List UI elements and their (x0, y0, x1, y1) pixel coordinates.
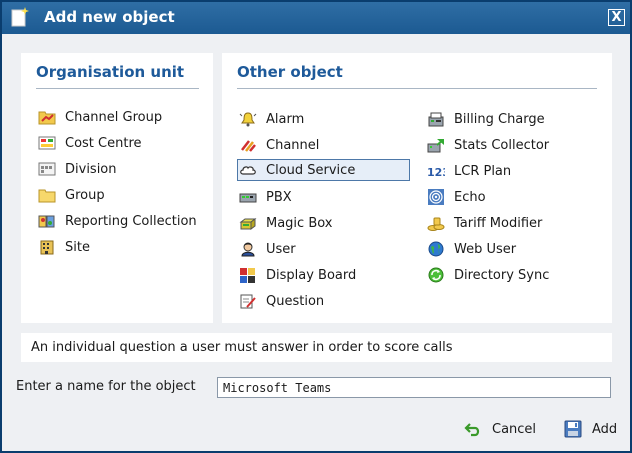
other-item-billing-charge[interactable]: Billing Charge (427, 108, 545, 130)
stats-collector-icon (427, 136, 445, 154)
other-item-channel[interactable]: Channel (239, 134, 319, 156)
question-icon (239, 292, 257, 310)
close-button[interactable]: X (608, 9, 625, 26)
channel-icon (239, 136, 257, 154)
org-item-label: Group (65, 187, 105, 203)
billing-charge-icon (427, 110, 445, 128)
org-item-reporting-collection[interactable]: Reporting Collection (38, 210, 197, 232)
other-item-tariff-modifier[interactable]: Tariff Modifier (427, 212, 542, 234)
undo-arrow-icon (463, 419, 483, 439)
org-item-label: Cost Centre (65, 135, 142, 151)
directory-sync-icon (427, 266, 445, 284)
other-item-label: Directory Sync (454, 267, 550, 283)
pbx-icon (239, 188, 257, 206)
other-item-label: Channel (266, 137, 320, 153)
other-item-label: Echo (454, 189, 486, 205)
org-item-label: Channel Group (65, 109, 163, 125)
other-item-display-board[interactable]: Display Board (239, 264, 356, 286)
magic-box-icon (239, 214, 257, 232)
other-item-question[interactable]: Question (239, 290, 324, 312)
other-item-web-user[interactable]: Web User (427, 238, 516, 260)
other-item-label: Web User (454, 241, 517, 257)
description-bar: An individual question a user must answe… (21, 333, 612, 362)
other-item-label: LCR Plan (454, 163, 512, 179)
display-board-icon (239, 266, 257, 284)
other-item-cloud-service[interactable]: Cloud Service (237, 159, 410, 181)
other-item-label: Tariff Modifier (454, 215, 543, 231)
folder-icon (38, 186, 56, 204)
name-field-label: Enter a name for the object (16, 379, 196, 394)
heading-divider (36, 88, 199, 89)
other-item-label: User (266, 241, 296, 257)
site-building-icon (38, 238, 56, 256)
other-item-label: Cloud Service (266, 162, 356, 178)
other-item-user[interactable]: User (239, 238, 296, 260)
cloud-icon (239, 161, 257, 179)
other-item-label: Alarm (266, 111, 305, 127)
web-user-icon (427, 240, 445, 258)
alarm-bell-icon (239, 110, 257, 128)
org-item-channel-group[interactable]: Channel Group (38, 106, 162, 128)
object-name-input[interactable] (217, 377, 611, 398)
org-item-label: Site (65, 239, 90, 255)
other-item-label: Question (266, 293, 325, 309)
add-label: Add (592, 421, 618, 437)
division-icon (38, 160, 56, 178)
other-item-label: Stats Collector (454, 137, 550, 153)
org-item-label: Division (65, 161, 117, 177)
folder-chart-icon (38, 108, 56, 126)
other-item-label: Display Board (266, 267, 357, 283)
other-item-magic-box[interactable]: Magic Box (239, 212, 333, 234)
other-item-label: Billing Charge (454, 111, 545, 127)
new-object-icon (8, 5, 32, 29)
user-icon (239, 240, 257, 258)
org-item-group[interactable]: Group (38, 184, 105, 206)
org-item-site[interactable]: Site (38, 236, 90, 258)
other-object-panel: Other object Alarm Channel Cloud Service… (222, 53, 612, 323)
other-item-stats-collector[interactable]: Stats Collector (427, 134, 549, 156)
organisation-unit-heading: Organisation unit (36, 63, 185, 81)
organisation-unit-panel: Organisation unit Channel Group Cost Cen… (21, 53, 213, 323)
other-item-lcr-plan[interactable]: 123 LCR Plan (427, 160, 511, 182)
object-description: An individual question a user must answe… (31, 340, 453, 355)
cancel-button[interactable]: Cancel (463, 417, 536, 441)
org-item-cost-centre[interactable]: Cost Centre (38, 132, 142, 154)
echo-icon (427, 188, 445, 206)
reporting-collection-icon (38, 212, 56, 230)
other-item-pbx[interactable]: PBX (239, 186, 292, 208)
svg-text:123: 123 (427, 166, 445, 179)
other-item-directory-sync[interactable]: Directory Sync (427, 264, 549, 286)
other-item-alarm[interactable]: Alarm (239, 108, 304, 130)
tariff-modifier-icon (427, 214, 445, 232)
heading-divider (237, 88, 597, 89)
add-object-dialog: Add new object X Organisation unit Chann… (0, 0, 632, 453)
org-item-label: Reporting Collection (65, 213, 197, 229)
org-item-division[interactable]: Division (38, 158, 117, 180)
cost-centre-icon (38, 134, 56, 152)
other-item-label: Magic Box (266, 215, 333, 231)
lcr-plan-icon: 123 (427, 162, 445, 180)
cancel-label: Cancel (492, 421, 537, 437)
save-disk-icon (563, 419, 583, 439)
other-object-heading: Other object (237, 63, 343, 81)
other-item-label: PBX (266, 189, 292, 205)
title-bar[interactable]: Add new object X (2, 2, 630, 34)
dialog-title: Add new object (44, 8, 175, 26)
other-item-echo[interactable]: Echo (427, 186, 486, 208)
add-button[interactable]: Add (563, 417, 617, 441)
